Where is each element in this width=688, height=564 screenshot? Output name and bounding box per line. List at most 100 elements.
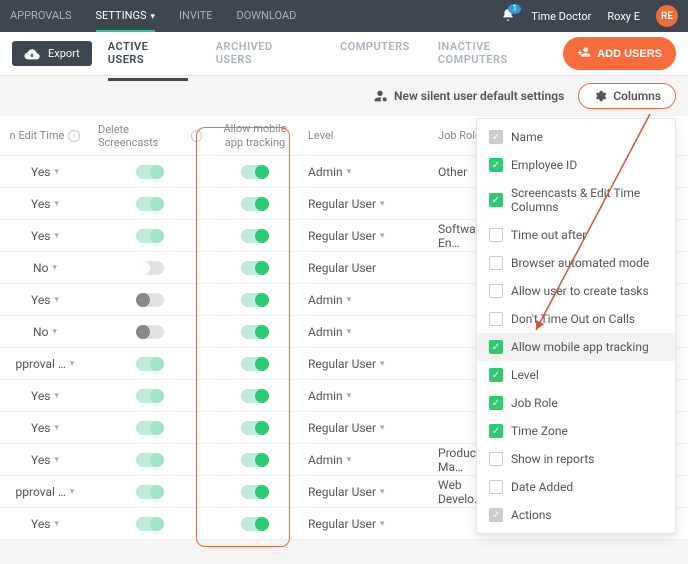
info-icon[interactable]: i <box>68 130 80 142</box>
edit-time-cell[interactable]: No▾ <box>0 261 90 275</box>
mobile-toggle[interactable] <box>241 357 269 371</box>
level-cell[interactable]: Admin▾ <box>300 165 430 179</box>
mobile-toggle[interactable] <box>241 229 269 243</box>
edit-time-cell[interactable]: pproval …▾ <box>0 485 90 499</box>
chevron-down-icon: ▾ <box>54 519 59 529</box>
edit-time-cell[interactable]: No▾ <box>0 325 90 339</box>
level-cell[interactable]: Regular User▾ <box>300 517 430 531</box>
mobile-toggle[interactable] <box>241 421 269 435</box>
user-gear-icon <box>372 88 388 104</box>
mobile-toggle[interactable] <box>241 261 269 275</box>
user-menu[interactable]: Roxy E <box>607 10 640 23</box>
tab-active-users[interactable]: ACTIVE USERS <box>108 40 188 81</box>
columns-option[interactable]: ✓Time Zone <box>477 417 675 445</box>
columns-option[interactable]: ✓Actions <box>477 501 675 529</box>
delete-toggle[interactable] <box>136 357 164 371</box>
delete-toggle[interactable] <box>136 165 164 179</box>
edit-time-cell[interactable]: Yes▾ <box>0 453 90 467</box>
delete-toggle[interactable] <box>136 261 164 275</box>
bell-icon[interactable]: 1 <box>501 8 515 25</box>
mobile-toggle[interactable] <box>241 453 269 467</box>
col-delete-screencasts[interactable]: Delete Screencastsi <box>90 123 210 149</box>
level-cell[interactable]: Admin▾ <box>300 389 430 403</box>
columns-option[interactable]: ✓Employee ID <box>477 151 675 179</box>
mobile-toggle[interactable] <box>241 197 269 211</box>
tab-inactive-computers[interactable]: INACTIVE COMPUTERS <box>438 40 563 67</box>
columns-option[interactable]: Don't Time Out on Calls <box>477 305 675 333</box>
columns-option[interactable]: Browser automated mode <box>477 249 675 277</box>
edit-time-cell[interactable]: Yes▾ <box>0 517 90 531</box>
columns-option[interactable]: ✓Name <box>477 123 675 151</box>
level-cell[interactable]: Regular User▾ <box>300 197 430 211</box>
export-button[interactable]: Export <box>12 41 92 66</box>
checkbox-icon <box>489 256 503 270</box>
level-cell[interactable]: Regular User▾ <box>300 421 430 435</box>
delete-toggle[interactable] <box>136 389 164 403</box>
level-cell[interactable]: Admin▾ <box>300 325 430 339</box>
edit-time-cell[interactable]: Yes▾ <box>0 165 90 179</box>
mobile-toggle[interactable] <box>241 293 269 307</box>
mobile-tracking-cell <box>210 293 300 307</box>
delete-toggle[interactable] <box>136 421 164 435</box>
nav-download[interactable]: DOWNLOAD <box>237 1 297 32</box>
level-cell[interactable]: Regular User▾ <box>300 357 430 371</box>
mobile-toggle[interactable] <box>241 517 269 531</box>
edit-time-cell[interactable]: Yes▾ <box>0 229 90 243</box>
mobile-toggle[interactable] <box>241 485 269 499</box>
level-cell[interactable]: Regular User▾ <box>300 229 430 243</box>
topbar: APPROVALS SETTINGS▾ INVITE DOWNLOAD 1 Ti… <box>0 0 688 32</box>
columns-button[interactable]: Columns <box>578 83 676 109</box>
delete-toggle[interactable] <box>136 293 164 307</box>
add-users-button[interactable]: ADD USERS <box>563 37 676 70</box>
delete-screencasts-cell <box>90 229 210 243</box>
edit-time-cell[interactable]: Yes▾ <box>0 293 90 307</box>
delete-toggle[interactable] <box>136 453 164 467</box>
delete-toggle[interactable] <box>136 197 164 211</box>
columns-option[interactable]: ✓Screencasts & Edit Time Columns <box>477 179 675 221</box>
delete-toggle[interactable] <box>136 229 164 243</box>
mobile-toggle[interactable] <box>241 165 269 179</box>
columns-option[interactable]: Time out after <box>477 221 675 249</box>
mobile-tracking-cell <box>210 261 300 275</box>
delete-screencasts-cell <box>90 293 210 307</box>
columns-option[interactable]: ✓Allow mobile app tracking <box>477 333 675 361</box>
delete-screencasts-cell <box>90 261 210 275</box>
delete-toggle[interactable] <box>136 517 164 531</box>
chevron-down-icon: ▾ <box>347 167 352 177</box>
delete-toggle[interactable] <box>136 325 164 339</box>
settings-row: New silent user default settings Columns <box>0 76 688 116</box>
columns-option[interactable]: ✓Level <box>477 361 675 389</box>
notification-badge: 1 <box>508 4 521 14</box>
columns-option[interactable]: Allow user to create tasks <box>477 277 675 305</box>
columns-option[interactable]: Date Added <box>477 473 675 501</box>
edit-time-cell[interactable]: Yes▾ <box>0 197 90 211</box>
chevron-down-icon: ▾ <box>54 231 59 241</box>
tab-archived-users[interactable]: ARCHIVED USERS <box>216 40 312 67</box>
level-cell[interactable]: Regular User▾ <box>300 485 430 499</box>
mobile-toggle[interactable] <box>241 389 269 403</box>
info-icon[interactable]: i <box>191 130 202 142</box>
delete-toggle[interactable] <box>136 485 164 499</box>
columns-option[interactable]: Show in reports <box>477 445 675 473</box>
level-cell[interactable]: Regular User <box>300 261 430 275</box>
tab-computers[interactable]: COMPUTERS <box>340 40 410 67</box>
silent-user-settings[interactable]: New silent user default settings <box>372 88 564 104</box>
company-switcher[interactable]: Time Doctor <box>531 10 591 23</box>
col-mobile-tracking[interactable]: Allow mobile app tracking <box>210 122 300 148</box>
level-cell[interactable]: Admin▾ <box>300 453 430 467</box>
avatar[interactable]: RE <box>656 5 678 27</box>
col-level[interactable]: Level <box>300 129 430 142</box>
nav-invite[interactable]: INVITE <box>179 1 213 32</box>
edit-time-cell[interactable]: Yes▾ <box>0 389 90 403</box>
col-edit-time[interactable]: n Edit Timei <box>0 129 90 142</box>
silent-label: New silent user default settings <box>394 89 564 103</box>
level-cell[interactable]: Admin▾ <box>300 293 430 307</box>
edit-time-cell[interactable]: Yes▾ <box>0 421 90 435</box>
columns-option[interactable]: ✓Job Role <box>477 389 675 417</box>
checkbox-icon <box>489 284 503 298</box>
nav-settings[interactable]: SETTINGS▾ <box>96 1 156 32</box>
nav-approvals[interactable]: APPROVALS <box>10 1 72 32</box>
edit-time-cell[interactable]: pproval …▾ <box>0 357 90 371</box>
chevron-down-icon: ▾ <box>380 423 385 433</box>
mobile-toggle[interactable] <box>241 325 269 339</box>
